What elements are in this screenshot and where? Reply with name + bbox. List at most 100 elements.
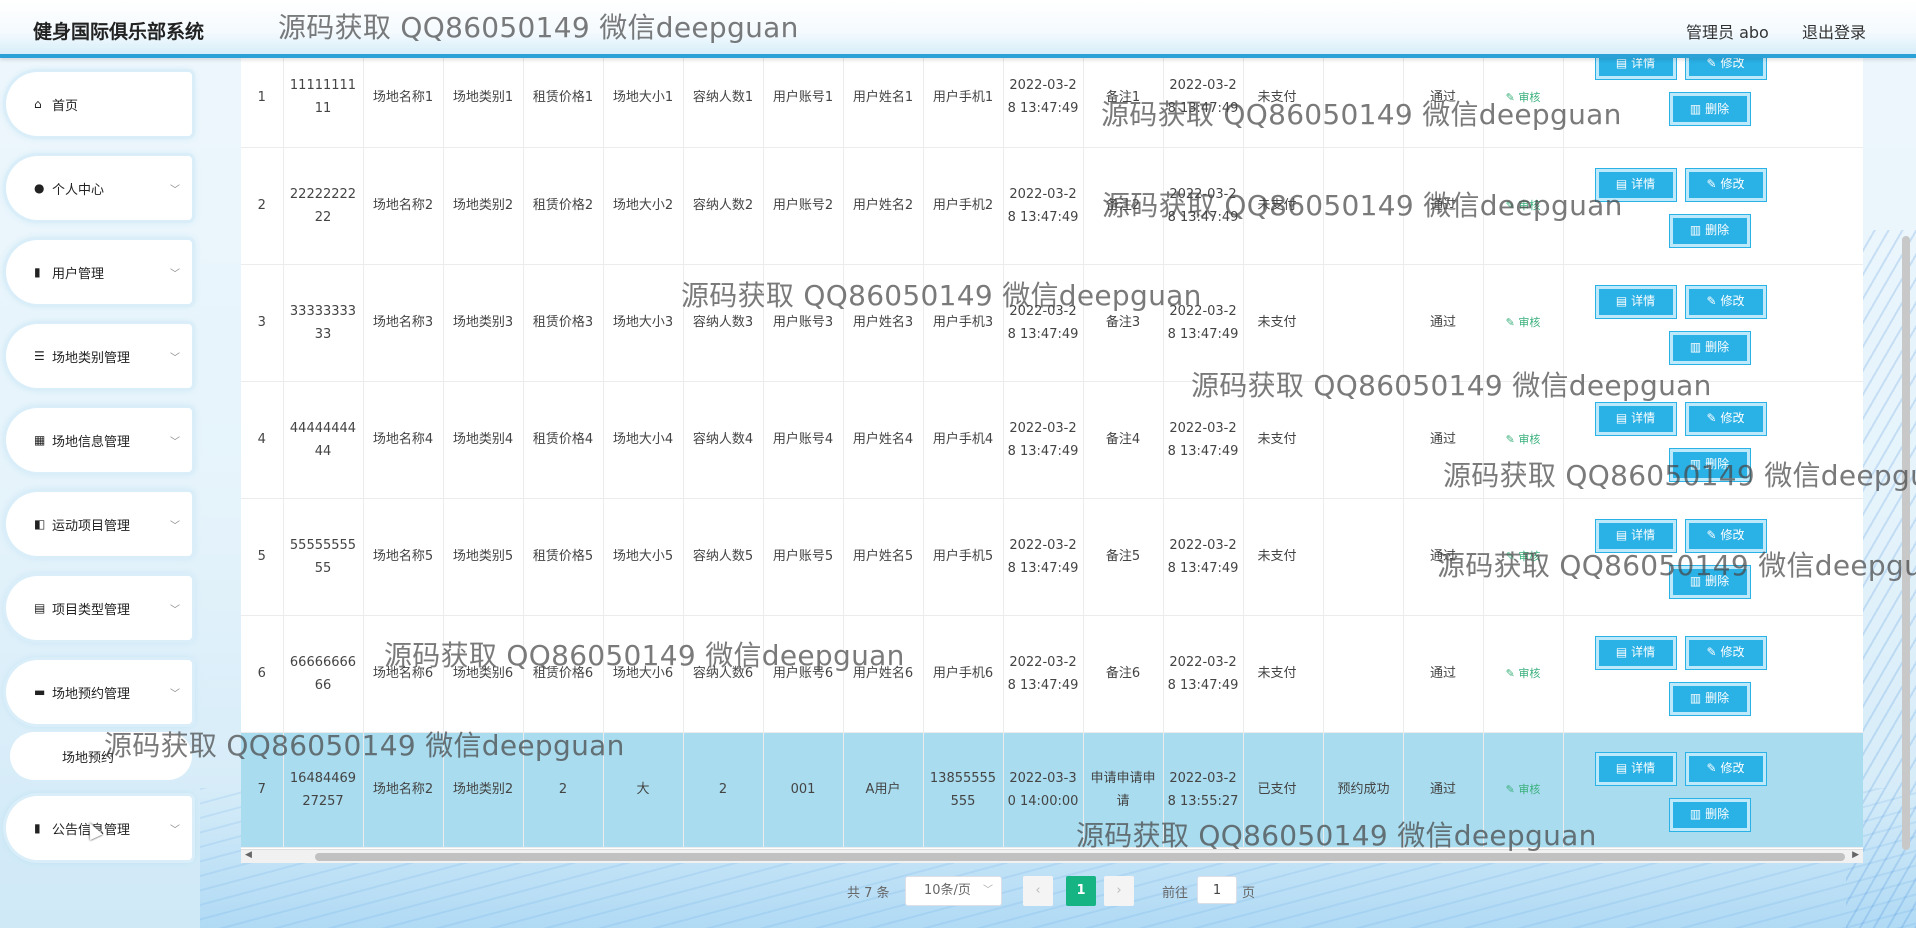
cell-reply: 预约成功 [1323,732,1404,848]
detail-button[interactable]: ▤ 详情 [1595,752,1676,785]
audit-button[interactable]: ✎ 审核 [1506,91,1541,104]
scroll-left-icon[interactable]: ◀ [245,850,252,860]
cell-account: 001 [763,732,844,848]
trash-icon: ▥ [1689,340,1702,354]
delete-button[interactable]: ▥ 删除 [1669,682,1750,715]
sidebar-item-home[interactable]: ⌂ 首页 [6,72,192,136]
table-row[interactable]: 2 2222222222 场地名称2 场地类别2 租赁价格2 场地大小2 容纳人数2 用户账号… [241,147,1863,265]
actions-row: ▥ 删除 [1669,565,1861,598]
cell-create-time: 2022-03-28 13:55:27 [1163,732,1244,848]
edit-label: 修改 [1720,761,1745,775]
doc-icon: ▤ [1615,528,1628,542]
audit-button[interactable]: ✎ 审核 [1506,783,1541,796]
audit-button[interactable]: ✎ 审核 [1506,433,1541,446]
cell-size: 大 [603,732,684,848]
vertical-scrollbar[interactable] [1902,236,1910,850]
next-page-button[interactable]: › [1104,876,1134,906]
sidebar-item-venue-category[interactable]: ☰ 场地类别管理 ﹀ [6,324,192,388]
horizontal-scrollbar[interactable]: ◀ ▶ [241,849,1863,863]
delete-button[interactable]: ▥ 删除 [1669,214,1750,247]
audit-button[interactable]: ✎ 审核 [1506,199,1541,212]
cell-pay: 未支付 [1243,48,1324,148]
sidebar-item-label: 项目类型管理 [52,602,131,618]
page-number-current[interactable]: 1 [1066,876,1096,906]
audit-label: 审核 [1518,550,1541,563]
goto-label: 前往 [1162,886,1189,901]
delete-button[interactable]: ▥ 删除 [1669,448,1750,481]
edit-button[interactable]: ✎ 修改 [1685,402,1766,435]
audit-button[interactable]: ✎ 审核 [1506,316,1541,329]
audit-label: 审核 [1518,667,1541,680]
audit-button[interactable]: ✎ 审核 [1506,550,1541,563]
scroll-right-icon[interactable]: ▶ [1852,850,1859,860]
page-size-select[interactable]: 10条/页 ﹀ [905,876,1002,906]
table-row[interactable]: 4 4444444444 场地名称4 场地类别4 租赁价格4 场地大小4 容纳人数4 用户账号… [241,381,1863,499]
edit-button[interactable]: ✎ 修改 [1685,519,1766,552]
edit-icon: ✎ [1706,528,1717,542]
cell-reply [1323,48,1404,148]
cell-reply [1323,147,1404,265]
delete-button[interactable]: ▥ 删除 [1669,565,1750,598]
detail-button[interactable]: ▤ 详情 [1595,636,1676,669]
audit-label: 审核 [1518,433,1541,446]
cell-venue-type: 场地类别5 [443,498,524,616]
edit-button[interactable]: ✎ 修改 [1685,752,1766,785]
cell-venue-name: 场地名称2 [363,732,444,848]
sidebar-subitem-booking[interactable]: 场地预约 [10,732,192,780]
cell-pay: 已支付 [1243,732,1324,848]
edit-button[interactable]: ✎ 修改 [1685,636,1766,669]
edit-button[interactable]: ✎ 修改 [1685,168,1766,201]
table-row[interactable]: 6 6666666666 场地名称6 场地类别6 租赁价格6 场地大小6 容纳人数6 用户账号… [241,615,1863,733]
sidebar-item-project-type[interactable]: ▤ 项目类型管理 ﹀ [6,576,192,640]
chevron-down-icon: ﹀ [170,520,180,532]
cell-price: 租赁价格3 [523,264,604,382]
table-row[interactable]: 3 3333333333 场地名称3 场地类别3 租赁价格3 场地大小3 容纳人数3 用户账号… [241,264,1863,382]
edit-label: 修改 [1720,411,1745,425]
cell-size: 场地大小3 [603,264,684,382]
sidebar-item-venue-info[interactable]: ▦ 场地信息管理 ﹀ [6,408,192,472]
cell-price: 2 [523,732,604,848]
edit-icon: ✎ [1706,645,1717,659]
cell-size: 场地大小4 [603,381,684,499]
prev-page-button[interactable]: ‹ [1023,876,1053,906]
cell-idx: 5 [241,498,284,616]
detail-button[interactable]: ▤ 详情 [1595,402,1676,435]
cell-pay: 未支付 [1243,381,1324,499]
cell-actions: ▤ 详情 ✎ 修改 ▥ 删除 [1563,381,1863,499]
delete-button[interactable]: ▥ 删除 [1669,798,1750,831]
delete-button[interactable]: ▥ 删除 [1669,93,1750,126]
actions-row: ▥ 删除 [1669,798,1861,831]
sidebar-item-label: 公告信息管理 [52,822,131,838]
sidebar-item-personal-center[interactable]: ● 个人中心 ﹀ [6,156,192,220]
delete-label: 删除 [1705,691,1730,705]
detail-button[interactable]: ▤ 详情 [1595,168,1676,201]
sidebar-item-venue-booking[interactable]: ▬ 场地预约管理 ﹀ [6,660,192,724]
sidebar: ⌂ 首页 ● 个人中心 ﹀ ▮ 用户管理 ﹀ ☰ 场地类别管理 ﹀ ▦ 场地信息… [0,62,196,928]
cell-create-time: 2022-03-28 13:47:49 [1163,48,1244,148]
detail-button[interactable]: ▤ 详情 [1595,285,1676,318]
cell-pay: 未支付 [1243,615,1324,733]
logout-button[interactable]: 退出登录 [1802,19,1866,43]
sidebar-item-sport-project[interactable]: ◧ 运动项目管理 ﹀ [6,492,192,556]
cell-no: 2222222222 [283,147,364,265]
cell-status: 通过 [1403,147,1484,265]
edit-button[interactable]: ✎ 修改 [1685,285,1766,318]
audit-button[interactable]: ✎ 审核 [1506,667,1541,680]
cell-venue-type: 场地类别2 [443,732,524,848]
cell-no: 5555555555 [283,498,364,616]
table-row[interactable]: 7 1648446927257 场地名称2 场地类别2 2 大 2 001 A用户 1385555… [241,732,1863,848]
scrollbar-thumb[interactable] [315,853,1845,861]
edit-icon: ✎ [1505,667,1519,680]
detail-button[interactable]: ▤ 详情 [1595,519,1676,552]
table-row[interactable]: 1 1111111111 场地名称1 场地类别1 租赁价格1 场地大小1 容纳人数1 用户账号… [241,48,1863,148]
chevron-down-icon: ﹀ [170,436,180,448]
edit-icon: ✎ [1505,550,1519,563]
chevron-down-icon: ﹀ [170,604,180,616]
goto-page-input[interactable] [1197,876,1237,904]
detail-label: 详情 [1631,761,1656,775]
audit-label: 审核 [1518,90,1541,104]
cell-phone: 用户手机1 [923,48,1004,148]
sidebar-item-user-manage[interactable]: ▮ 用户管理 ﹀ [6,240,192,304]
delete-button[interactable]: ▥ 删除 [1669,331,1750,364]
table-row[interactable]: 5 5555555555 场地名称5 场地类别5 租赁价格5 场地大小5 容纳人数5 用户账号… [241,498,1863,616]
